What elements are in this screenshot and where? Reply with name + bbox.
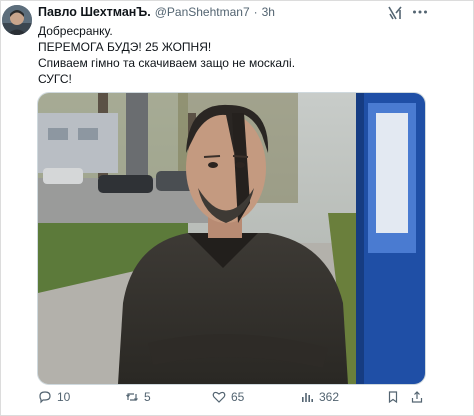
tweet-actions: 10 5 65 362: [0, 388, 474, 408]
more-icon[interactable]: [412, 9, 428, 15]
tweet-line: Спиваем гімно та скачиваем защо не моска…: [38, 56, 296, 70]
views-count: 362: [319, 390, 340, 404]
share-button[interactable]: [410, 390, 424, 404]
heart-icon: [212, 391, 226, 403]
author-name[interactable]: Павло ШехтманЪ.: [38, 5, 151, 19]
tweet-line: Добресранку.: [38, 24, 113, 38]
reply-button[interactable]: 10: [38, 390, 70, 404]
timestamp[interactable]: 3h: [262, 5, 275, 19]
author-handle[interactable]: @PanShehtman7: [155, 5, 250, 19]
tweet-line: СУГС!: [38, 72, 72, 86]
photo-image: [38, 93, 425, 384]
views-icon: [302, 393, 313, 402]
like-button[interactable]: 65: [212, 390, 244, 404]
share-icon: [411, 391, 423, 403]
avatar-image: [2, 5, 32, 35]
repost-count: 5: [144, 390, 151, 404]
avatar[interactable]: [2, 5, 32, 35]
repost-button[interactable]: 5: [125, 390, 151, 404]
bookmark-button[interactable]: [386, 390, 400, 404]
tweet-text: Добресранку. ПЕРЕМОГА БУДЭ! 25 ЖОПНЯ! Сп…: [38, 23, 295, 87]
reply-count: 10: [57, 390, 71, 404]
grok-icon[interactable]: [387, 5, 403, 21]
bookmark-icon: [388, 391, 398, 404]
separator-dot: ·: [253, 5, 258, 19]
tweet-header: Павло ШехтманЪ. @PanShehtman7 · 3h: [38, 4, 275, 20]
tweet-line: ПЕРЕМОГА БУДЭ! 25 ЖОПНЯ!: [38, 40, 212, 54]
tweet-photo[interactable]: [37, 92, 426, 385]
repost-icon: [126, 393, 138, 401]
views-button[interactable]: 362: [300, 390, 339, 404]
like-count: 65: [231, 390, 245, 404]
reply-icon: [39, 391, 51, 404]
